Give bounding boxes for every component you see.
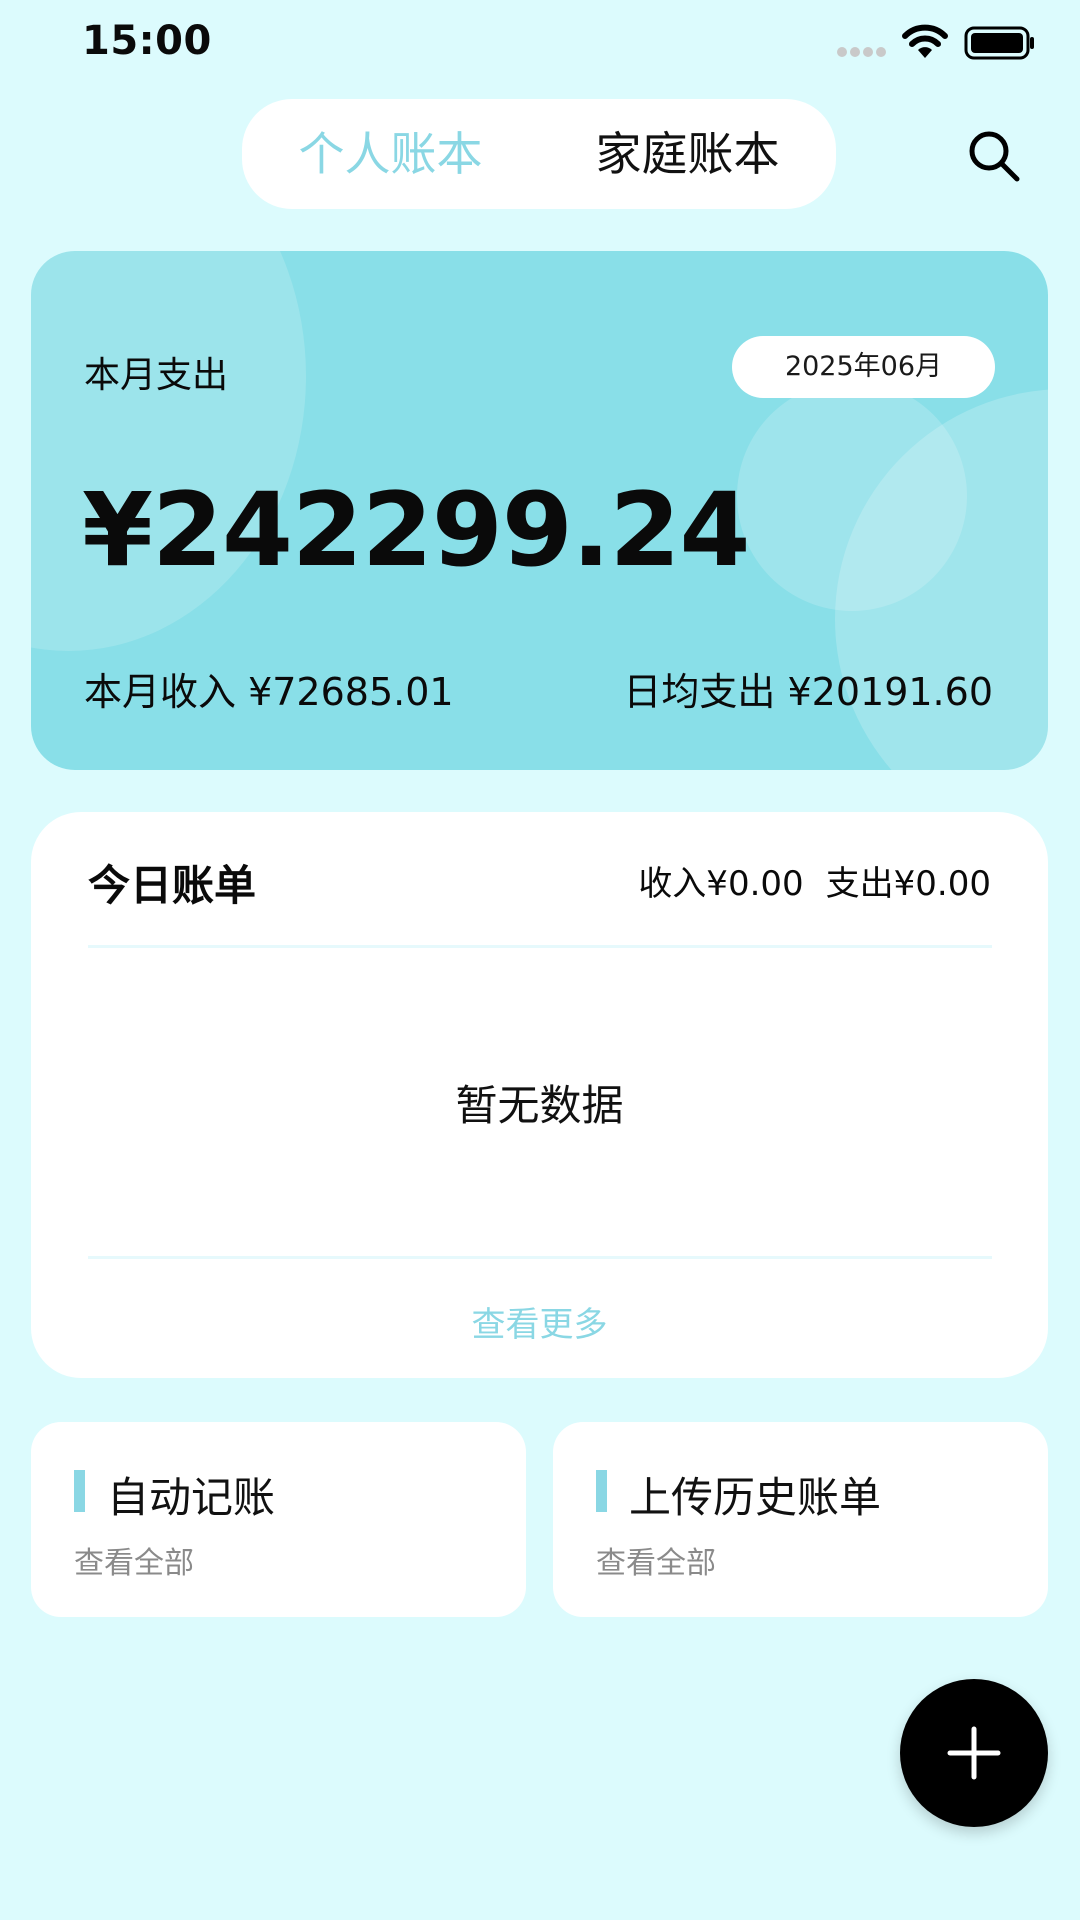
accent-bar <box>596 1470 607 1512</box>
upload-history-bills-card[interactable]: 上传历史账单 查看全部 <box>553 1422 1048 1617</box>
tab-family-ledger[interactable]: 家庭账本 <box>539 99 836 209</box>
today-income: 收入¥0.00 <box>638 864 804 904</box>
view-all-link[interactable]: 查看全部 <box>596 1538 716 1582</box>
today-bills-title: 今日账单 <box>88 861 257 910</box>
today-totals: 收入¥0.00 支出¥0.00 <box>638 856 991 905</box>
decor-bubble <box>31 251 306 651</box>
today-bills-card: 今日账单 收入¥0.00 支出¥0.00 暂无数据 查看更多 <box>31 812 1048 1378</box>
auto-bookkeeping-card[interactable]: 自动记账 查看全部 <box>31 1422 526 1617</box>
daily-average-expense: 日均支出 ¥20191.60 <box>623 670 993 714</box>
month-picker[interactable]: 2025年06月 <box>732 336 995 398</box>
status-time: 15:00 <box>82 18 212 64</box>
divider <box>88 1256 992 1259</box>
status-bar: 15:00 <box>0 0 1080 90</box>
see-more-link[interactable]: 查看更多 <box>31 1297 1048 1346</box>
battery-icon <box>964 26 1034 60</box>
feature-title: 自动记账 <box>107 1473 276 1522</box>
month-expense-label: 本月支出 <box>84 355 229 396</box>
cellular-signal-icon <box>837 47 886 57</box>
accent-bar <box>74 1470 85 1512</box>
wifi-icon <box>902 24 948 58</box>
monthly-summary-card: 本月支出 2025年06月 ¥242299.24 本月收入 ¥72685.01 … <box>31 251 1048 770</box>
view-all-link[interactable]: 查看全部 <box>74 1538 194 1582</box>
month-income: 本月收入 ¥72685.01 <box>84 670 454 714</box>
today-expense: 支出¥0.00 <box>825 864 991 904</box>
feature-title: 上传历史账单 <box>629 1473 882 1522</box>
month-expense-amount: ¥242299.24 <box>82 471 750 590</box>
plus-icon <box>947 1726 1001 1780</box>
ledger-switch: 个人账本 家庭账本 <box>242 99 836 209</box>
empty-state-text: 暂无数据 <box>455 1081 624 1130</box>
search-icon[interactable] <box>966 128 1022 184</box>
divider <box>88 945 992 948</box>
add-record-button[interactable] <box>900 1679 1048 1827</box>
tab-personal-ledger[interactable]: 个人账本 <box>242 99 539 209</box>
